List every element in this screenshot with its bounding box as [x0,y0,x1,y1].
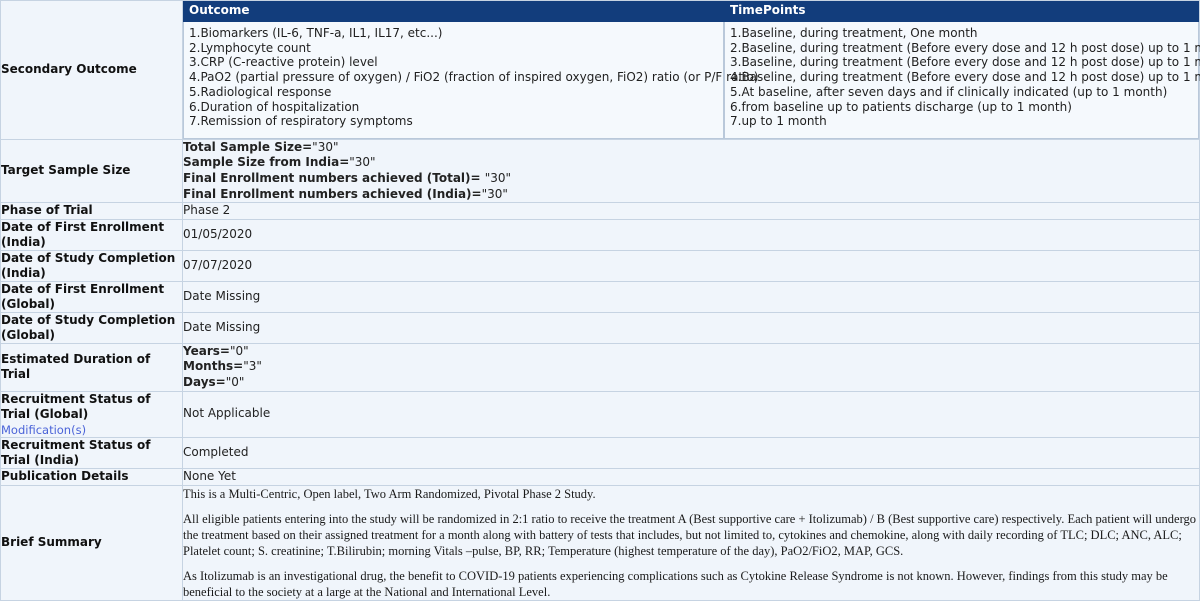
row-value-target-sample-size: Total Sample Size="30" Sample Size from … [182,138,1200,204]
outcome-table-header: Outcome [183,1,724,22]
row-label-study-completion-india: Date of Study Completion (India) [0,249,183,282]
list-item: 5.At baseline, after seven days and if c… [730,84,1168,99]
list-item: 1.Baseline, during treatment, One month [730,25,978,40]
table-row-first-enrollment-global: Date of First Enrollment (Global) Date M… [0,280,1200,313]
list-item: 6.from baseline up to patients discharge… [730,99,1072,114]
list-item: 6.Duration of hospitalization [189,99,360,114]
list-item: 3.Baseline, during treatment (Before eve… [730,55,1200,70]
table-row-phase-of-trial: Phase of Trial Phase 2 [0,202,1200,220]
table-row-study-completion-global: Date of Study Completion (Global) Date M… [0,311,1200,344]
row-label-secondary-outcome: Secondary Outcome [0,0,183,140]
timepoints-list: 1.Baseline, during treatment, One month … [730,25,1200,129]
list-item: 2.Baseline, during treatment (Before eve… [730,40,1200,55]
row-value-publication-details: None Yet [182,467,1200,486]
row-value-phase-of-trial: Phase 2 [182,202,1200,220]
row-value-study-completion-india: 07/07/2020 [182,249,1200,282]
table-row-recruitment-status-india: Recruitment Status of Trial (India) Comp… [0,436,1200,469]
row-label-phase-of-trial: Phase of Trial [0,202,183,220]
outcome-list: 1.Biomarkers (IL-6, TNF-a, IL1, IL17, et… [189,25,759,129]
table-row-study-completion-india: Date of Study Completion (India) 07/07/2… [0,249,1200,282]
row-value-estimated-duration: Years="0" Months="3" Days="0" [182,342,1200,392]
list-item: 7.up to 1 month [730,114,827,129]
row-label-first-enrollment-india: Date of First Enrollment (India) [0,218,183,251]
outcome-table: Outcome 1.Biomarkers (IL-6, TNF-a, IL1, … [183,1,759,139]
list-item: 5.Radiological response [189,84,332,99]
sample-size-line: Sample Size from India="30" [183,155,376,170]
table-row-recruitment-status-global: Recruitment Status of Trial (Global) Mod… [0,390,1200,438]
duration-line: Months="3" [183,359,262,374]
list-item: 1.Biomarkers (IL-6, TNF-a, IL1, IL17, et… [189,25,443,40]
row-value-brief-summary: This is a Multi-Centric, Open label, Two… [182,484,1200,601]
table-row-publication-details: Publication Details None Yet [0,467,1200,486]
timepoints-column: TimePoints 1.Baseline, during treatment,… [724,1,1200,139]
table-row-target-sample-size: Target Sample Size Total Sample Size="30… [0,138,1200,204]
table-row-first-enrollment-india: Date of First Enrollment (India) 01/05/2… [0,218,1200,251]
row-label-publication-details: Publication Details [0,467,183,486]
row-label-text: Recruitment Status of Trial (Global) [1,391,151,421]
table-row-estimated-duration: Estimated Duration of Trial Years="0" Mo… [0,342,1200,392]
row-label-study-completion-global: Date of Study Completion (Global) [0,311,183,344]
sample-size-line: Final Enrollment numbers achieved (India… [183,186,508,201]
row-value-recruitment-status-india: Completed [182,436,1200,469]
list-item: 7.Remission of respiratory symptoms [189,114,413,129]
list-item: 4.Baseline, during treatment (Before eve… [730,70,1200,85]
row-value-first-enrollment-global: Date Missing [182,280,1200,313]
row-label-brief-summary: Brief Summary [0,484,183,601]
summary-paragraph: This is a Multi-Centric, Open label, Two… [183,486,596,501]
sample-size-line: Final Enrollment numbers achieved (Total… [183,170,512,185]
list-item: 2.Lymphocyte count [189,40,311,55]
duration-line: Years="0" [183,343,249,358]
row-label-target-sample-size: Target Sample Size [0,138,183,204]
row-value-first-enrollment-india: 01/05/2020 [182,218,1200,251]
summary-paragraph: As Itolizumab is an investigational drug… [183,568,1168,599]
list-item: 3.CRP (C-reactive protein) level [189,55,378,70]
row-label-recruitment-status-global: Recruitment Status of Trial (Global) Mod… [0,390,183,438]
row-value-secondary-outcome: Outcome 1.Biomarkers (IL-6, TNF-a, IL1, … [182,0,1200,140]
row-label-first-enrollment-global: Date of First Enrollment (Global) [0,280,183,313]
timepoints-table-body: 1.Baseline, during treatment, One month … [724,21,1200,139]
sample-size-line: Total Sample Size="30" [183,139,339,154]
outcome-timepoints-split: Outcome 1.Biomarkers (IL-6, TNF-a, IL1, … [183,1,1200,139]
row-label-recruitment-status-india: Recruitment Status of Trial (India) [0,436,183,469]
row-label-estimated-duration: Estimated Duration of Trial [0,342,183,392]
outcome-column: Outcome 1.Biomarkers (IL-6, TNF-a, IL1, … [183,1,759,139]
list-item: 4.PaO2 (partial pressure of oxygen) / Fi… [189,70,759,85]
timepoints-table-header: TimePoints [724,1,1199,22]
row-value-recruitment-status-global: Not Applicable [182,390,1200,438]
table-row-brief-summary: Brief Summary This is a Multi-Centric, O… [0,484,1200,601]
table-row-secondary-outcome: Secondary Outcome Outcome 1.Biomarkers (… [0,0,1200,140]
outcome-table-body: 1.Biomarkers (IL-6, TNF-a, IL1, IL17, et… [183,21,759,139]
row-value-study-completion-global: Date Missing [182,311,1200,344]
modifications-link[interactable]: Modification(s) [1,423,182,437]
trial-registry-table: Secondary Outcome Outcome 1.Biomarkers (… [0,0,1200,601]
summary-paragraph: All eligible patients entering into the … [183,511,1197,558]
duration-line: Days="0" [183,374,245,389]
timepoints-table: TimePoints 1.Baseline, during treatment,… [724,1,1200,139]
